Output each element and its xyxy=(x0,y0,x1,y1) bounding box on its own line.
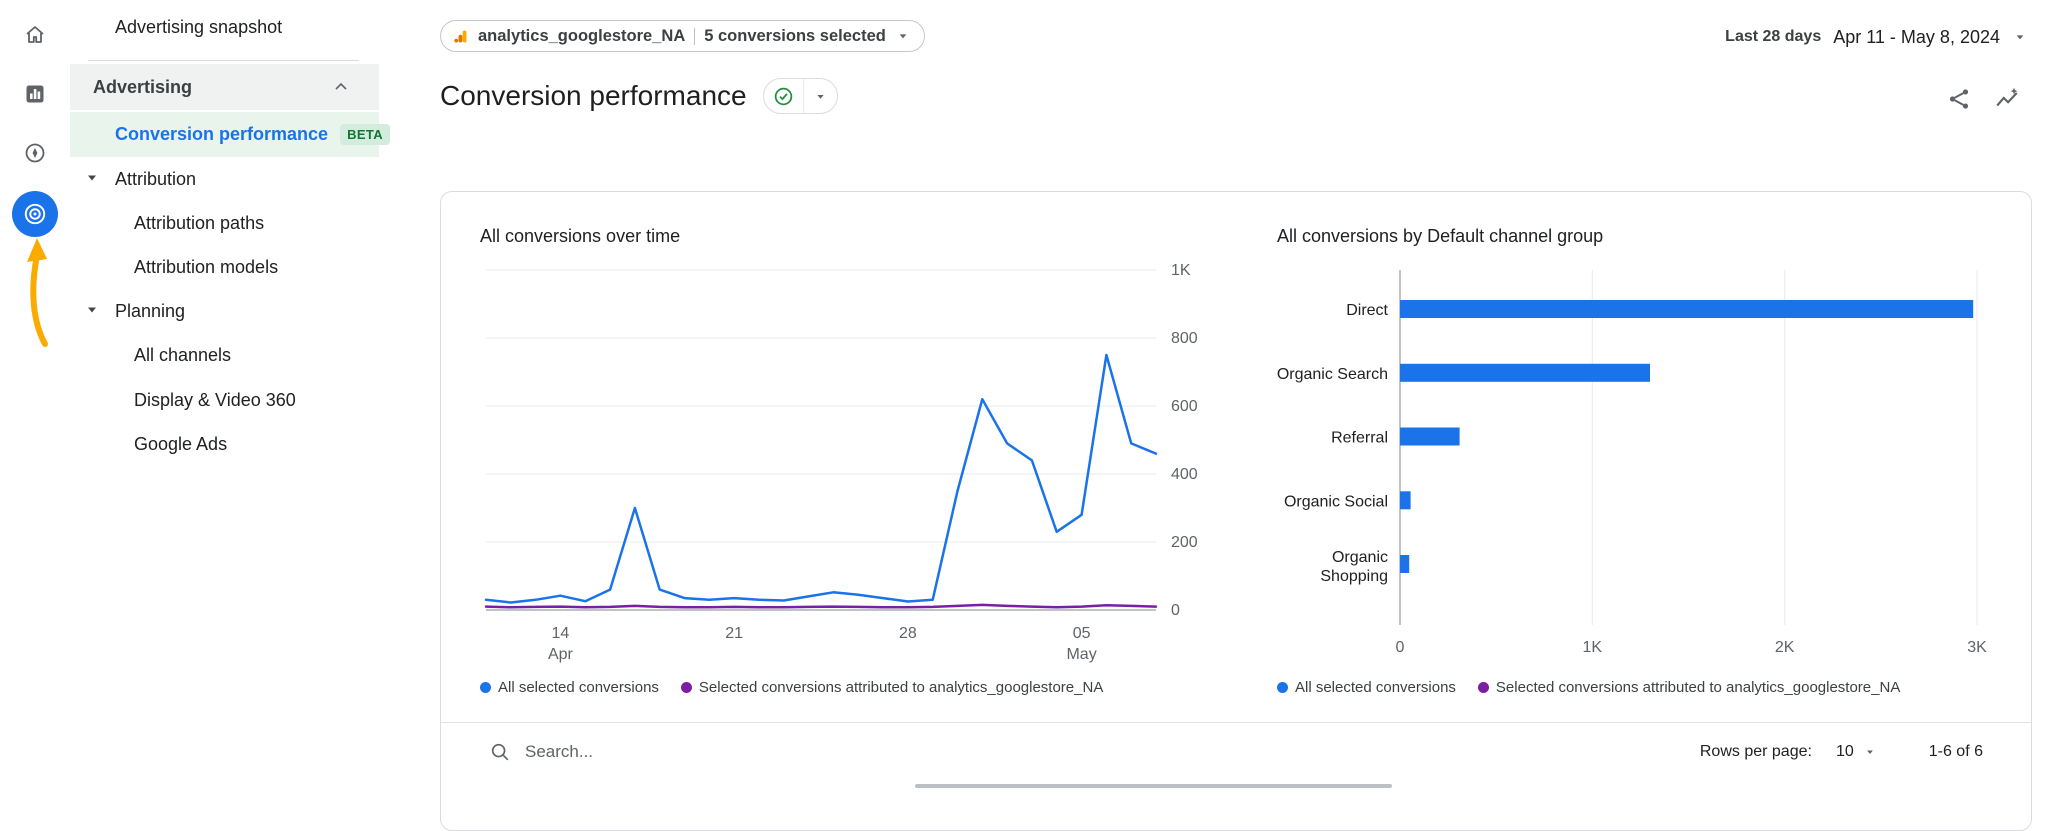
svg-text:Referral: Referral xyxy=(1331,430,1388,447)
svg-text:Shopping: Shopping xyxy=(1320,568,1388,585)
nav-rail xyxy=(0,0,70,789)
sidebar-item-attribution[interactable]: Attribution xyxy=(70,157,379,201)
expander-caret-icon xyxy=(85,301,99,322)
beta-badge: BETA xyxy=(340,124,390,145)
chevron-up-icon xyxy=(331,77,351,97)
bar-chart-legend: All selected conversions Selected conver… xyxy=(1277,679,1900,696)
svg-text:1K: 1K xyxy=(1583,639,1603,656)
svg-text:Apr: Apr xyxy=(548,646,574,663)
property-name: analytics_googlestore_NA xyxy=(478,27,685,46)
legend-dot-blue xyxy=(480,682,491,693)
sidebar-item-conversion-performance[interactable]: Conversion performance BETA xyxy=(70,112,379,157)
check-circle-icon xyxy=(764,79,803,113)
chevron-down-icon xyxy=(2012,29,2028,45)
svg-text:2K: 2K xyxy=(1775,639,1795,656)
pill-separator xyxy=(694,28,695,45)
date-range-picker[interactable]: Last 28 days Apr 11 - May 8, 2024 xyxy=(1725,22,2028,52)
sidebar-item-planning[interactable]: Planning xyxy=(70,289,379,333)
svg-text:400: 400 xyxy=(1171,466,1198,483)
search-input[interactable] xyxy=(525,742,1700,762)
explore-icon[interactable] xyxy=(23,141,47,165)
chevron-down-icon xyxy=(1863,745,1877,759)
date-range-value: Apr 11 - May 8, 2024 xyxy=(1833,27,2000,48)
chevron-down-icon xyxy=(895,28,911,44)
home-icon[interactable] xyxy=(23,23,47,47)
svg-text:05: 05 xyxy=(1073,625,1091,642)
legend-dot-purple xyxy=(681,682,692,693)
svg-text:Organic Social: Organic Social xyxy=(1284,493,1388,510)
channel-bar-chart[interactable]: 0 1K 2K 3K Direct Organic Search Referral Organ… xyxy=(1261,260,2001,680)
sidebar-item-all-channels[interactable]: All channels xyxy=(70,333,379,377)
reports-icon[interactable] xyxy=(23,82,47,106)
sidebar-item-display-video-360[interactable]: Display & Video 360 xyxy=(70,378,379,422)
analytics-logo-icon xyxy=(452,28,469,45)
time-series-chart[interactable]: 0 200 400 600 800 1K 14 Apr 21 28 05 May xyxy=(471,260,1231,680)
svg-text:14: 14 xyxy=(552,625,570,642)
date-preset-label: Last 28 days xyxy=(1725,28,1821,46)
data-quality-badge[interactable] xyxy=(763,78,838,114)
share-icon[interactable] xyxy=(1946,86,1972,112)
conversions-selected-label: 5 conversions selected xyxy=(704,27,886,46)
svg-text:200: 200 xyxy=(1171,534,1198,551)
sidebar-section-advertising[interactable]: Advertising xyxy=(70,64,379,110)
sidebar-item-attribution-paths[interactable]: Attribution paths xyxy=(70,201,379,245)
table-controls-row: Rows per page: 10 1-6 of 6 xyxy=(441,722,2031,780)
svg-text:1K: 1K xyxy=(1171,262,1191,279)
sidebar-divider xyxy=(88,60,359,61)
legend-dot-blue xyxy=(1277,682,1288,693)
svg-text:600: 600 xyxy=(1171,398,1198,415)
svg-text:May: May xyxy=(1066,646,1096,663)
time-chart-title: All conversions over time xyxy=(480,226,680,247)
rows-per-page-select[interactable]: 10 xyxy=(1836,743,1877,761)
rows-per-page-label: Rows per page: xyxy=(1700,743,1812,761)
svg-text:0: 0 xyxy=(1171,602,1180,619)
svg-text:Direct: Direct xyxy=(1346,302,1388,319)
header-actions xyxy=(1946,86,2020,112)
charts-card: All conversions over time All conversion… xyxy=(440,191,2032,831)
chevron-down-icon xyxy=(803,79,837,113)
sidebar: Advertising snapshot Advertising Convers… xyxy=(70,0,379,789)
page-header: Conversion performance xyxy=(440,78,838,114)
sidebar-item-google-ads[interactable]: Google Ads xyxy=(70,422,379,466)
svg-text:Organic Search: Organic Search xyxy=(1277,366,1388,383)
table-scrollbar[interactable] xyxy=(915,784,1392,788)
expander-caret-icon xyxy=(85,169,99,190)
search-icon xyxy=(489,741,511,763)
bar-chart-title: All conversions by Default channel group xyxy=(1277,226,1603,247)
svg-text:28: 28 xyxy=(899,625,917,642)
svg-text:Organic: Organic xyxy=(1332,549,1388,566)
insights-icon[interactable] xyxy=(1994,86,2020,112)
sidebar-item-advertising-snapshot[interactable]: Advertising snapshot xyxy=(70,6,379,48)
property-selector[interactable]: analytics_googlestore_NA 5 conversions s… xyxy=(440,20,925,52)
annotation-arrow-icon xyxy=(8,238,62,348)
time-chart-legend: All selected conversions Selected conver… xyxy=(480,679,1103,696)
sidebar-item-attribution-models[interactable]: Attribution models xyxy=(70,245,379,289)
svg-text:21: 21 xyxy=(725,625,743,642)
pagination-range: 1-6 of 6 xyxy=(1929,743,1983,761)
svg-text:3K: 3K xyxy=(1967,639,1987,656)
page-title: Conversion performance xyxy=(440,80,747,112)
svg-text:0: 0 xyxy=(1396,639,1405,656)
svg-text:800: 800 xyxy=(1171,330,1198,347)
legend-dot-purple xyxy=(1478,682,1489,693)
advertising-icon[interactable] xyxy=(12,191,58,237)
